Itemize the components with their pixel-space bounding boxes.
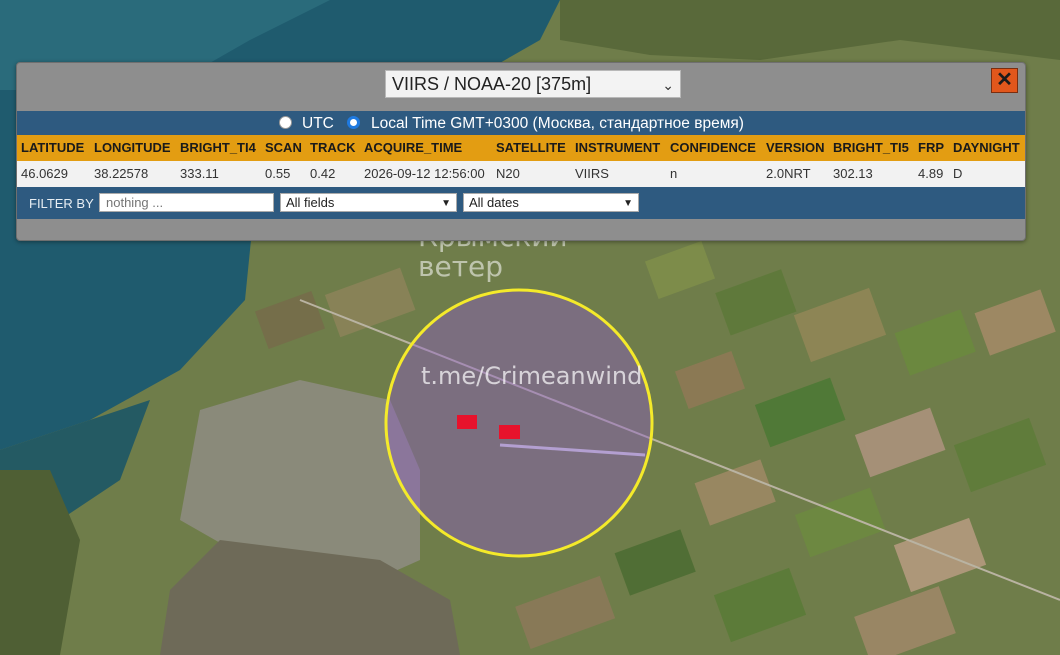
- chevron-down-icon: ▼: [623, 198, 633, 209]
- col-daynight: DAYNIGHT: [953, 140, 1020, 155]
- fire-marker-2: [499, 425, 520, 439]
- filter-input[interactable]: [99, 193, 274, 212]
- col-instrument: INSTRUMENT: [575, 140, 661, 155]
- chevron-down-icon: ⌄: [662, 77, 674, 93]
- panel-footer: [17, 219, 1025, 240]
- cell-version: 2.0NRT: [766, 166, 811, 181]
- chevron-down-icon: ▼: [441, 198, 451, 209]
- filter-bar: FILTER BY All fields ▼ All dates ▼: [17, 187, 1025, 219]
- watermark-link: t.me/Crimeanwind: [421, 362, 643, 390]
- cell-bright-ti4: 333.11: [180, 166, 219, 181]
- fields-select-value: All fields: [286, 195, 335, 210]
- fire-marker-1: [457, 415, 477, 429]
- col-longitude: LONGITUDE: [94, 140, 171, 155]
- col-track: TRACK: [310, 140, 356, 155]
- cell-daynight: D: [953, 166, 963, 181]
- cell-latitude: 46.0629: [21, 166, 68, 181]
- fields-select[interactable]: All fields ▼: [280, 193, 457, 212]
- col-bright-ti5: BRIGHT_TI5: [833, 140, 909, 155]
- watermark-logo-line2: ветер: [418, 250, 504, 283]
- cell-frp: 4.89: [918, 166, 944, 181]
- cell-longitude: 38.22578: [94, 166, 149, 181]
- col-frp: FRP: [918, 140, 944, 155]
- satellite-select-value: VIIRS / NOAA-20 [375m]: [392, 74, 592, 94]
- local-time-radio[interactable]: [347, 116, 360, 129]
- col-bright-ti4: BRIGHT_TI4: [180, 140, 256, 155]
- table-row: 46.0629 38.22578 333.11 0.55 0.42 2026-0…: [17, 161, 1025, 187]
- fire-info-popup: VIIRS / NOAA-20 [375m] ⌄ ✕ UTC Local Tim…: [16, 62, 1026, 241]
- col-satellite: SATELLITE: [496, 140, 566, 155]
- close-button[interactable]: ✕: [991, 68, 1018, 93]
- dates-select[interactable]: All dates ▼: [463, 193, 639, 212]
- timezone-bar: UTC Local Time GMT+0300 (Москва, стандар…: [17, 111, 1025, 135]
- cell-track: 0.42: [310, 166, 336, 181]
- col-scan: SCAN: [265, 140, 302, 155]
- cell-acquire-time: 2026-09-12 12:56:00: [364, 166, 485, 181]
- filter-label: FILTER BY: [29, 196, 94, 211]
- cell-confidence: n: [670, 166, 678, 181]
- utc-label: UTC: [302, 115, 334, 132]
- col-latitude: LATITUDE: [21, 140, 85, 155]
- col-version: VERSION: [766, 140, 825, 155]
- cell-scan: 0.55: [265, 166, 291, 181]
- utc-radio[interactable]: [279, 116, 292, 129]
- local-time-label: Local Time GMT+0300 (Москва, стандартное…: [371, 115, 744, 132]
- dates-select-value: All dates: [469, 195, 519, 210]
- cell-instrument: VIIRS: [575, 166, 609, 181]
- col-confidence: CONFIDENCE: [670, 140, 756, 155]
- table-header: LATITUDE LONGITUDE BRIGHT_TI4 SCAN TRACK…: [17, 135, 1025, 161]
- cell-bright-ti5: 302.13: [833, 166, 873, 181]
- cell-satellite: N20: [496, 166, 520, 181]
- col-acquire-time: ACQUIRE_TIME: [364, 140, 463, 155]
- satellite-select[interactable]: VIIRS / NOAA-20 [375m] ⌄: [385, 70, 681, 98]
